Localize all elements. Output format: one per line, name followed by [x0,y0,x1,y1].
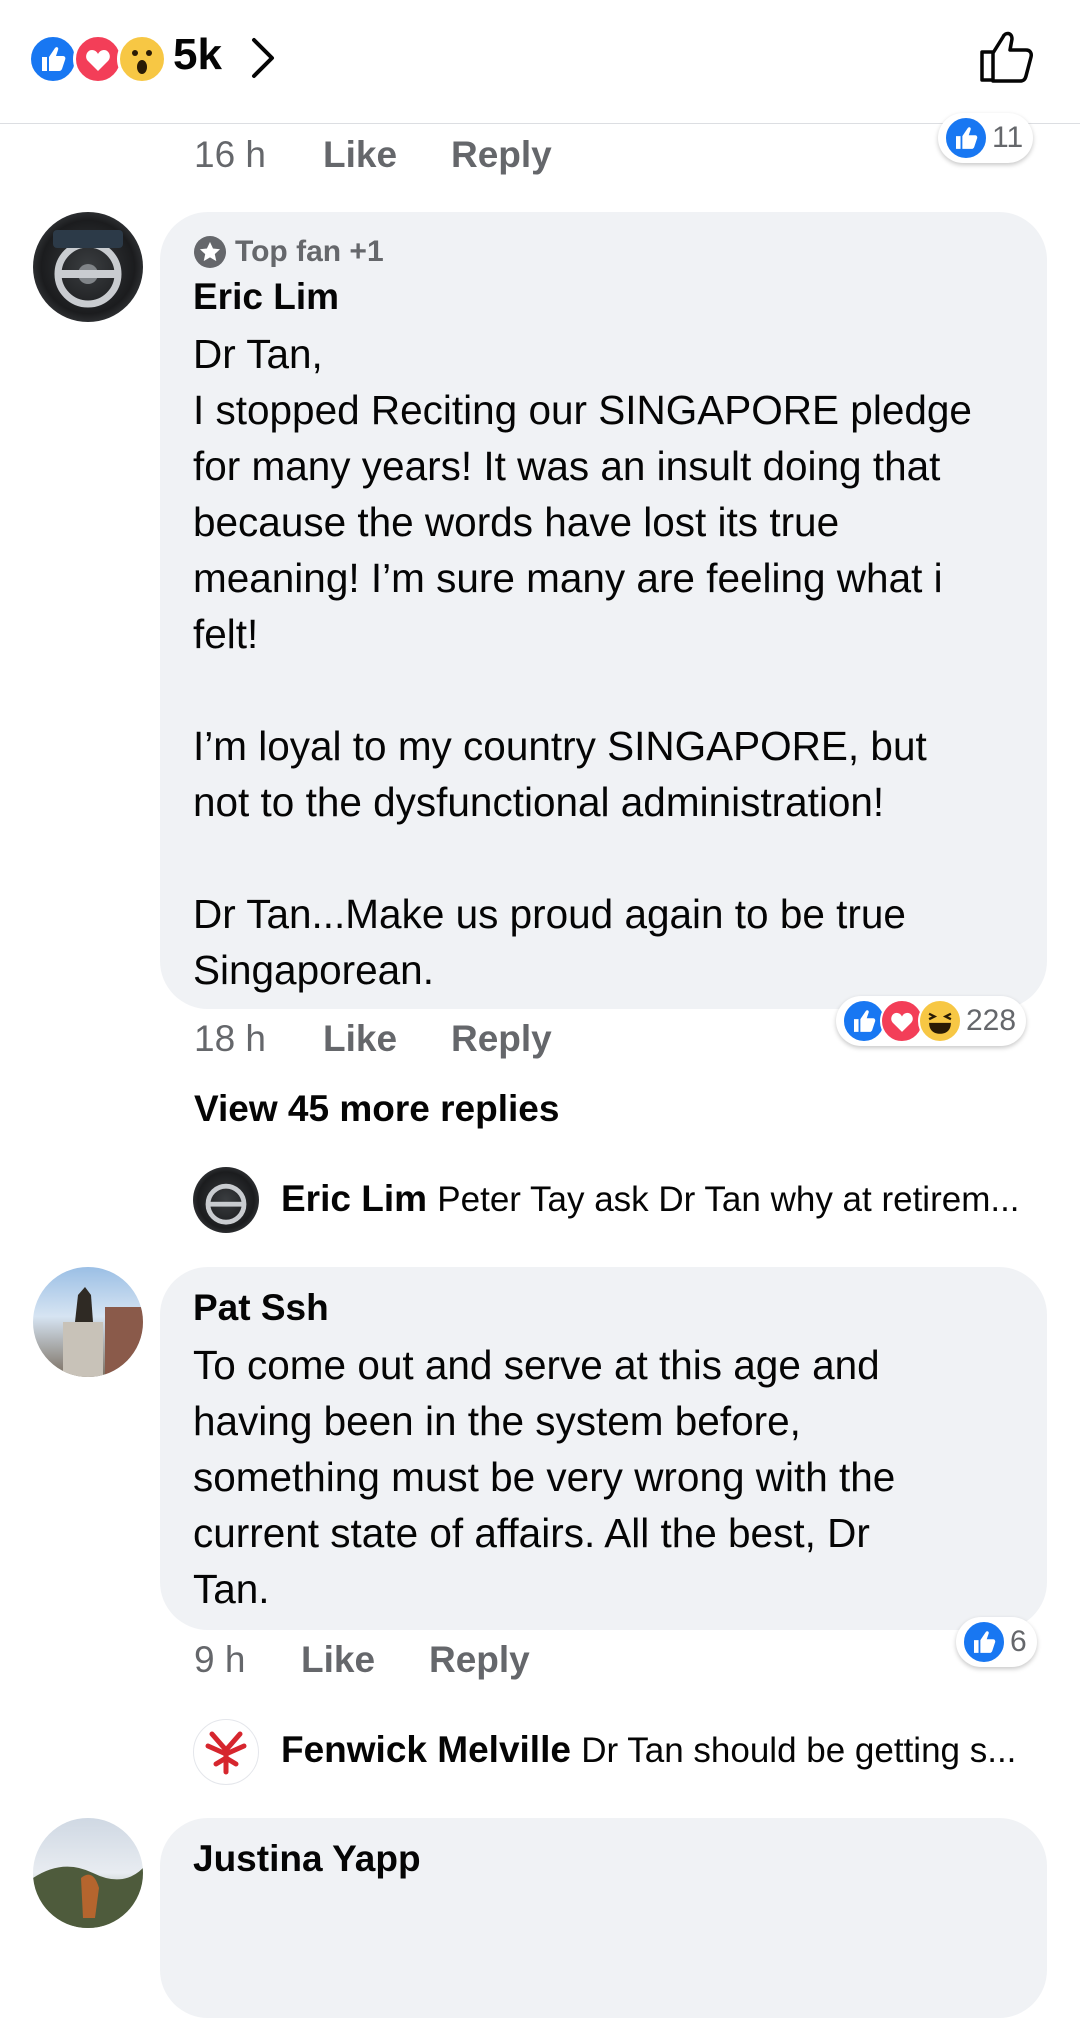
like-link[interactable]: Like [323,1018,397,1060]
star-badge-icon [194,236,226,268]
reply-avatar[interactable] [193,1719,259,1785]
avatar[interactable] [33,1267,143,1377]
haha-reaction-icon [918,999,962,1043]
comment-author[interactable]: Pat Ssh [193,1287,329,1329]
reaction-summary[interactable]: 6 [956,1617,1037,1667]
comment-time: 16 h [194,134,267,175]
reply-link[interactable]: Reply [451,1018,552,1060]
badge-label: Top fan +1 [235,235,384,268]
reply-preview[interactable]: Fenwick Melville Dr Tan should be gettin… [281,1729,1016,1771]
reactions-header: 5k [0,0,1080,124]
comment-bubble: Justina Yapp [160,1818,1047,2018]
like-reaction-icon [962,1620,1006,1664]
reaction-count: 228 [966,1004,1017,1037]
comment-meta: 16 h [194,134,266,176]
comment-time: 9 h [194,1639,246,1680]
like-link[interactable]: Like [323,134,397,176]
wow-reaction-icon [117,34,167,84]
reaction-summary[interactable]: 228 [836,996,1027,1046]
reaction-count: 6 [1010,1625,1027,1658]
comment-bubble: Top fan +1 Eric Lim Dr Tan, I stopped Re… [160,212,1047,1009]
like-reaction-icon [28,34,78,84]
comment-text: Dr Tan, I stopped Reciting our SINGAPORE… [193,331,972,993]
top-fan-badge: Top fan +1 [193,235,384,269]
like-reaction-icon [944,116,988,160]
love-reaction-icon [73,34,123,84]
thumbs-up-outline-icon[interactable] [978,26,1038,91]
avatar[interactable] [33,1818,143,1928]
reaction-summary[interactable]: 11 [938,113,1034,163]
reaction-count: 11 [992,121,1024,154]
reply-link[interactable]: Reply [429,1639,530,1681]
reply-text: Dr Tan should be getting s... [581,1731,1017,1770]
view-more-replies-link[interactable]: View 45 more replies [194,1088,559,1130]
comment-bubble: Pat Ssh To come out and serve at this ag… [160,1267,1047,1630]
chevron-right-icon[interactable] [248,36,278,85]
reply-author: Fenwick Melville [281,1729,571,1770]
comment-author[interactable]: Justina Yapp [193,1838,421,1880]
comment-time: 18 h [194,1018,267,1059]
comment-author[interactable]: Eric Lim [193,276,339,318]
reply-author: Eric Lim [281,1178,427,1219]
avatar[interactable] [33,212,143,322]
reply-preview[interactable]: Eric Lim Peter Tay ask Dr Tan why at ret… [281,1178,1020,1220]
like-link[interactable]: Like [301,1639,375,1681]
comment-text: To come out and serve at this age and ha… [193,1342,896,1612]
reply-avatar[interactable] [193,1167,259,1233]
reaction-count[interactable]: 5k [173,30,222,80]
reply-text: Peter Tay ask Dr Tan why at retirem... [437,1180,1020,1219]
reply-link[interactable]: Reply [451,134,552,176]
